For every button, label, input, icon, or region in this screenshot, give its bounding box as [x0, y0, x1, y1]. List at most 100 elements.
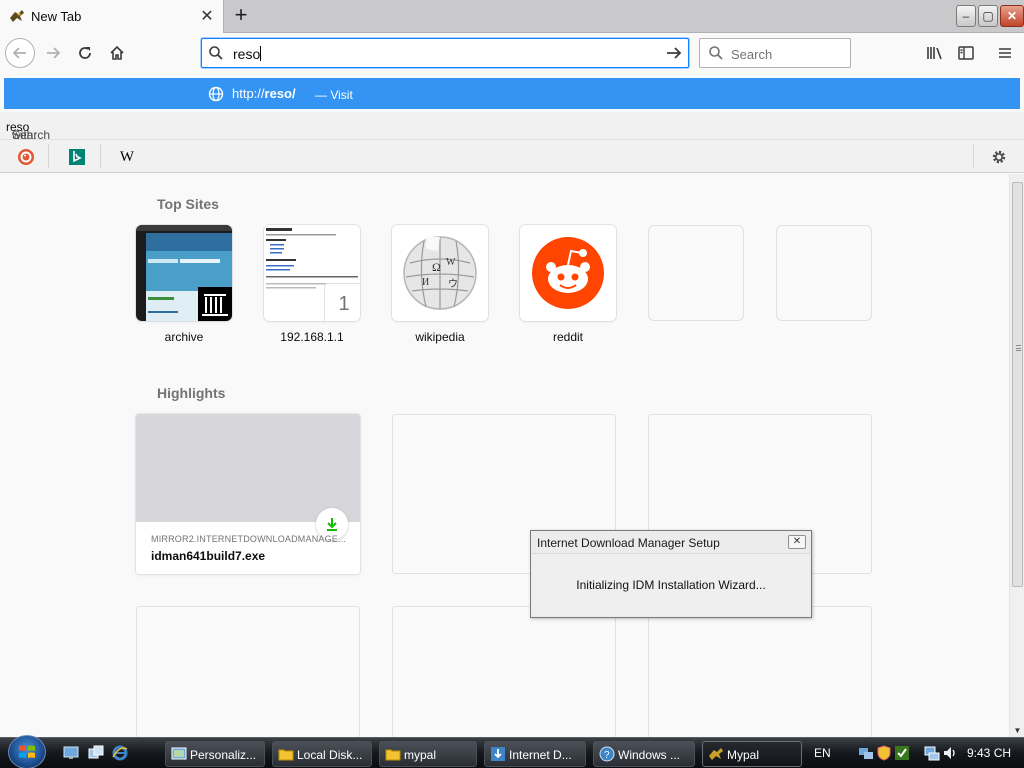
windows-taskbar: Personaliz... Local Disk... mypal Intern…	[0, 735, 1024, 768]
desktop-icon	[63, 746, 79, 759]
home-icon	[110, 45, 124, 60]
network-share-icon[interactable]	[858, 745, 874, 761]
wikipedia-engine-button[interactable]: W	[116, 146, 138, 168]
svg-text:И: И	[422, 277, 429, 288]
back-button[interactable]	[5, 38, 35, 68]
window-close-button[interactable]: ✕	[1000, 5, 1024, 27]
reload-icon	[79, 47, 91, 59]
top-site-router[interactable]: 1	[264, 225, 360, 321]
top-site-reddit[interactable]	[520, 225, 616, 321]
language-indicator[interactable]: EN	[814, 746, 831, 760]
url-input-text: reso	[233, 46, 261, 62]
switch-windows-icon	[88, 745, 104, 759]
top-site-wikipedia[interactable]: Ω W И ウ	[392, 225, 488, 321]
download-icon	[327, 518, 337, 531]
top-site-archive[interactable]	[136, 225, 232, 321]
navigation-toolbar: reso Search	[0, 33, 1024, 74]
library-button[interactable]	[920, 39, 950, 67]
taskbar-item-label: Mypal	[727, 748, 760, 762]
mypal-icon	[10, 10, 24, 22]
minimize-icon: –	[962, 9, 970, 23]
highlight-card-download[interactable]: MIRROR2.INTERNETDOWNLOADMANAGE... idman6…	[136, 414, 360, 574]
top-sites-title: Top Sites	[157, 196, 219, 212]
reload-button[interactable]	[70, 39, 100, 67]
search-bar[interactable]: Search	[699, 38, 851, 68]
autocomplete-action: — Visit	[315, 88, 353, 102]
top-site-empty-slot	[648, 225, 744, 321]
taskbar-item-windows-help[interactable]: ? Windows ...	[593, 741, 695, 767]
new-tab-button[interactable]: +	[230, 4, 252, 27]
top-site-label: wikipedia	[415, 330, 465, 344]
taskbar-item-label: Personaliz...	[190, 748, 257, 762]
svg-text:Ω: Ω	[432, 260, 441, 274]
scrollbar-thumb[interactable]	[1012, 182, 1023, 587]
go-arrow-icon[interactable]	[664, 43, 684, 63]
system-tray	[858, 744, 958, 762]
taskbar-item-label: Windows ...	[618, 748, 681, 762]
volume-icon[interactable]	[942, 745, 958, 761]
highlight-empty-slot	[648, 606, 872, 737]
highlight-empty-slot	[392, 606, 616, 737]
dialog-close-button[interactable]: ✕	[788, 535, 806, 549]
network-icon[interactable]	[924, 745, 940, 761]
sidebar-button[interactable]	[951, 39, 981, 67]
url-bar[interactable]: reso	[201, 38, 689, 68]
wikipedia-globe-icon: Ω W И ウ	[392, 225, 488, 321]
folder-icon	[278, 749, 294, 761]
gear-icon	[992, 150, 1006, 164]
tab-new-tab[interactable]: New Tab ✕	[0, 0, 224, 33]
engine-separator	[48, 144, 49, 168]
page-scrollbar[interactable]: ▼	[1009, 174, 1024, 737]
duckduckgo-engine-button[interactable]	[15, 146, 37, 168]
taskbar-item-mypal-folder[interactable]: mypal	[379, 741, 477, 767]
bing-engine-button[interactable]	[66, 146, 88, 168]
forward-button[interactable]	[38, 39, 68, 67]
wikipedia-icon: W	[119, 148, 135, 165]
menu-button[interactable]	[990, 39, 1020, 67]
url-prefix: http://	[232, 86, 265, 101]
globe-icon	[208, 86, 224, 102]
highlight-filename: idman641build7.exe	[151, 549, 266, 563]
clock[interactable]: 9:43 CH	[967, 746, 1011, 760]
taskbar-item-personalize[interactable]: Personaliz...	[165, 741, 265, 767]
forward-arrow-icon	[47, 47, 61, 59]
autocomplete-visit-row[interactable]: http://reso/ — Visit	[4, 78, 1020, 109]
internet-explorer-icon	[112, 745, 128, 761]
library-icon	[927, 47, 942, 60]
checkmark-icon[interactable]	[894, 745, 910, 761]
security-shield-icon[interactable]	[876, 745, 892, 761]
taskbar-item-idm[interactable]: Internet D...	[484, 741, 586, 767]
quicklaunch-ie[interactable]	[111, 744, 129, 762]
engine-separator	[973, 144, 974, 168]
idm-setup-dialog: Internet Download Manager Setup ✕ Initia…	[530, 530, 812, 618]
taskbar-item-local-disk[interactable]: Local Disk...	[272, 741, 372, 767]
personalize-icon	[171, 747, 187, 760]
windows-logo-icon	[19, 745, 35, 758]
url-input[interactable]: reso	[233, 46, 262, 62]
tab-close-icon[interactable]: ✕	[198, 8, 216, 26]
scroll-down-arrow-icon[interactable]: ▼	[1013, 726, 1022, 735]
new-tab-page: Top Sites archive 1 192.168.1.1 Ω W И ウ …	[0, 174, 1009, 737]
quicklaunch-switch-windows[interactable]	[87, 744, 105, 762]
top-site-label: reddit	[552, 330, 584, 344]
taskbar-item-mypal[interactable]: Mypal	[702, 741, 802, 767]
bing-icon	[69, 149, 85, 165]
search-icon	[709, 46, 723, 60]
quicklaunch-desktop[interactable]	[62, 744, 80, 762]
dialog-title: Internet Download Manager Setup	[537, 536, 720, 550]
top-site-label: archive	[164, 330, 204, 344]
url-match: reso/	[264, 86, 296, 101]
window-restore-button[interactable]: ▢	[978, 5, 998, 27]
help-icon: ?	[599, 746, 615, 762]
close-icon: ✕	[1006, 9, 1018, 23]
window-minimize-button[interactable]: –	[956, 5, 976, 27]
search-settings-button[interactable]	[988, 146, 1010, 168]
restore-icon: ▢	[982, 9, 994, 23]
tile-badge: 1	[324, 283, 360, 321]
search-with-header: Search for reso with:	[0, 112, 1024, 156]
taskbar-item-label: Internet D...	[509, 748, 572, 762]
start-button[interactable]	[8, 735, 46, 768]
hamburger-menu-icon	[999, 48, 1011, 58]
home-button[interactable]	[102, 39, 132, 67]
taskbar-item-label: Local Disk...	[297, 748, 363, 762]
